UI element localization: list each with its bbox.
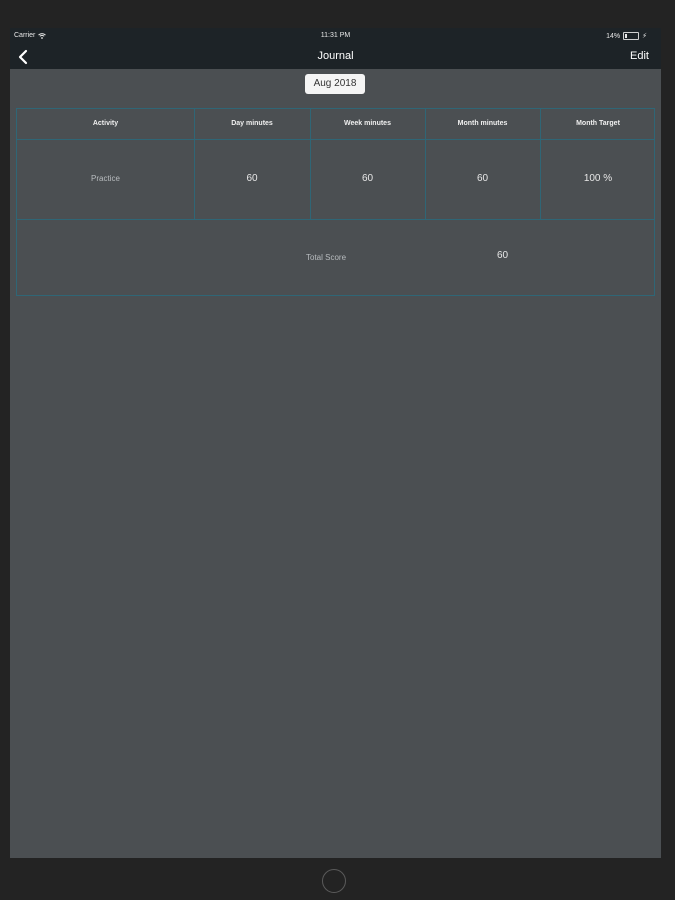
home-button[interactable] (322, 869, 346, 893)
battery-icon (623, 32, 640, 40)
journal-table: Activity Day minutes Week minutes Month … (16, 108, 655, 296)
row-divider (17, 219, 654, 220)
header-month-minutes: Month minutes (457, 120, 508, 127)
month-minutes-cell: 60 (476, 173, 489, 184)
day-minutes-cell: 60 (246, 173, 258, 184)
page-title: Journal (317, 50, 354, 62)
header-activity: Activity (92, 120, 119, 127)
total-score-value: 60 (497, 250, 509, 261)
week-minutes-cell: 60 (361, 173, 374, 184)
navigation-bar: Journal Edit (10, 45, 661, 69)
status-time: 11:31 PM (320, 32, 351, 39)
header-day-minutes: Day minutes (231, 120, 273, 127)
header-month-target: Month Target (576, 120, 620, 127)
month-target-cell: 100 % (583, 173, 613, 184)
activity-cell[interactable]: Practice (17, 139, 194, 219)
header-week-minutes: Week minutes (344, 120, 391, 127)
total-score-label: Total Score (306, 253, 347, 262)
status-bar: Carrier 11:31 PM 14% ⚡ (10, 28, 661, 45)
battery-level-fill (625, 34, 628, 38)
date-selector-button[interactable]: Aug 2018 (305, 74, 365, 94)
charging-icon: ⚡ (642, 33, 647, 40)
battery-percentage: 14% (606, 32, 621, 40)
battery-status: 14% ⚡ (606, 32, 647, 40)
edit-button[interactable]: Edit (630, 50, 649, 62)
app-screen: Carrier 11:31 PM 14% ⚡ Journal Edit Aug … (10, 28, 661, 858)
